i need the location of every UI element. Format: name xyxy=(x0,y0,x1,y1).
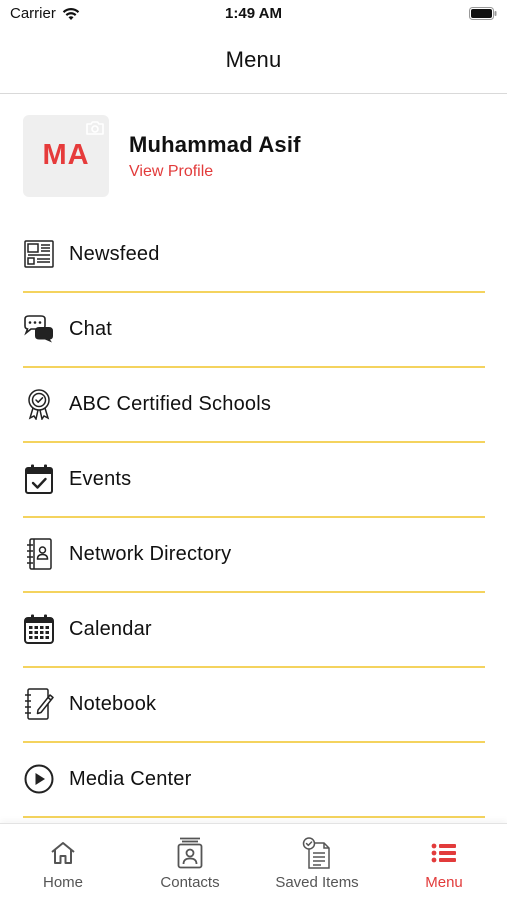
tab-bar: Home Contacts Saved Items Menu xyxy=(0,823,507,900)
menu-item-label: Media Center xyxy=(69,768,192,790)
menu-item-certified-schools[interactable]: ABC Certified Schools xyxy=(23,368,485,443)
play-circle-icon xyxy=(23,763,55,795)
profile-header[interactable]: MA Muhammad Asif View Profile xyxy=(23,115,493,197)
home-icon xyxy=(0,836,126,870)
avatar[interactable]: MA xyxy=(23,115,109,197)
tab-saved-items[interactable]: Saved Items xyxy=(254,824,380,900)
page-title: Menu xyxy=(225,47,282,72)
contacts-icon xyxy=(127,836,253,870)
menu-item-newsfeed[interactable]: Newsfeed xyxy=(23,218,485,293)
avatar-initials: MA xyxy=(42,139,90,171)
tab-label: Saved Items xyxy=(275,874,359,891)
camera-icon[interactable] xyxy=(85,120,105,136)
status-bar: Carrier 1:49 AM xyxy=(0,0,507,30)
menu-item-notebook[interactable]: Notebook xyxy=(23,668,485,743)
menu-item-media-center[interactable]: Media Center xyxy=(23,743,485,818)
navigation-bar: Menu xyxy=(0,30,507,94)
tab-home[interactable]: Home xyxy=(0,824,126,900)
menu-list: Newsfeed Chat ABC Certified Schools Even… xyxy=(23,218,485,818)
menu-item-label: Newsfeed xyxy=(69,243,160,265)
clock: 1:49 AM xyxy=(225,5,282,22)
tab-label: Home xyxy=(42,874,83,891)
chat-bubbles-icon xyxy=(23,313,55,345)
menu-item-network-directory[interactable]: Network Directory xyxy=(23,518,485,593)
profile-name: Muhammad Asif xyxy=(129,132,301,157)
view-profile-link[interactable]: View Profile xyxy=(129,163,213,181)
menu-item-calendar[interactable]: Calendar xyxy=(23,593,485,668)
menu-item-label: Events xyxy=(69,468,132,490)
menu-item-label: Notebook xyxy=(69,693,157,715)
menu-item-chat[interactable]: Chat xyxy=(23,293,485,368)
newspaper-icon xyxy=(23,238,55,270)
tab-menu[interactable]: Menu xyxy=(381,824,507,900)
battery-icon xyxy=(469,7,497,20)
notebook-pencil-icon xyxy=(23,688,55,720)
calendar-check-icon xyxy=(23,463,55,495)
contact-book-icon xyxy=(23,538,55,570)
certificate-badge-icon xyxy=(23,388,55,420)
saved-items-icon xyxy=(254,836,380,870)
menu-item-label: Network Directory xyxy=(69,543,232,565)
tab-contacts[interactable]: Contacts xyxy=(127,824,253,900)
menu-item-label: Chat xyxy=(69,318,113,340)
menu-item-label: ABC Certified Schools xyxy=(69,393,272,415)
tab-label: Menu xyxy=(425,874,463,891)
menu-item-label: Calendar xyxy=(69,618,152,640)
calendar-grid-icon xyxy=(23,613,55,645)
menu-list-icon xyxy=(381,836,507,870)
menu-item-events[interactable]: Events xyxy=(23,443,485,518)
tab-label: Contacts xyxy=(160,874,220,891)
